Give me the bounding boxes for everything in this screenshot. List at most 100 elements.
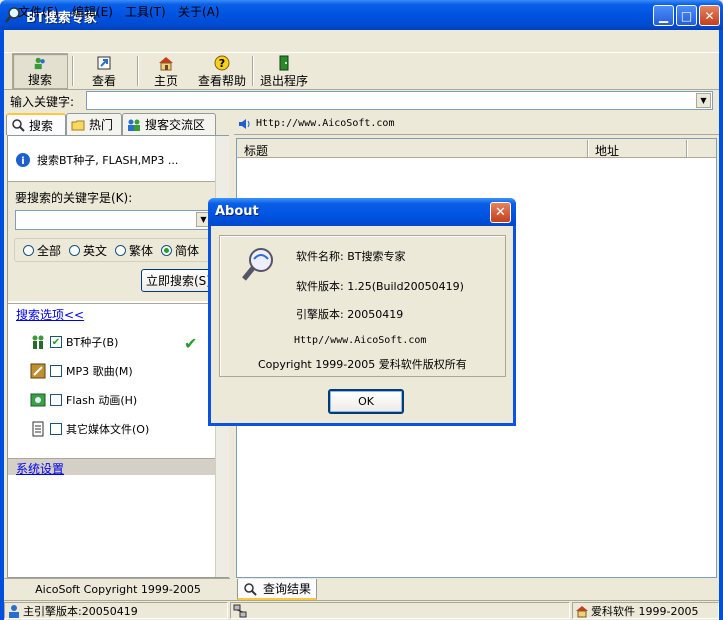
status-engine-panel: 主引擎版本:20050419 [4,602,228,619]
option-bt-label: BT种子(B) [66,336,119,349]
toolbar-exit-button[interactable]: 退出程序 [256,53,312,89]
system-settings-area [8,475,215,575]
magnifier-logo-icon [242,248,273,281]
maximize-icon: □ [680,8,693,23]
home-icon [159,57,173,71]
about-software-name: 软件名称: BT搜索专家 [296,250,406,263]
option-other-media-checkbox[interactable] [50,423,62,435]
menu-about[interactable]: 关于(A) [178,3,220,20]
search-options-link[interactable]: 搜索选项<< [16,306,84,323]
tab-hot-label: 热门 [89,118,114,132]
bt-people-icon [32,335,44,349]
option-flash-checkbox[interactable] [50,394,62,406]
status-brand-panel: 爱科软件 1999-2005 [572,602,719,619]
toolbar-home-button[interactable]: 主页 [144,53,188,89]
toolbar-view-label: 查看 [91,74,116,88]
toolbar-separator [72,56,74,86]
radio-all-label: 全部 [37,243,62,258]
status-engine-text: 主引擎版本:20050419 [23,604,138,618]
radio-english[interactable]: 英文 [69,242,107,259]
close-icon: ✕ [704,8,715,23]
view-icon [97,56,111,70]
column-title[interactable]: 标题 [244,142,268,159]
keyword-combobox[interactable]: ▼ [86,91,713,110]
option-bt-checkbox[interactable]: ✔ [50,336,62,348]
option-mp3-checkbox[interactable] [50,365,62,377]
radio-traditional-label: 繁体 [129,243,154,258]
folder-icon [71,120,85,130]
info-icon: i [16,153,30,167]
tab-results-label: 查询结果 [263,582,312,596]
left-footer: AicoSoft Copyright 1999-2005 [4,578,232,600]
minimize-button[interactable]: ▁ [653,5,674,26]
radio-all[interactable]: 全部 [23,242,61,259]
radio-english-label: 英文 [83,243,108,258]
option-other-media-label: 其它媒体文件(O) [66,423,150,436]
radio-all-dot [23,244,34,256]
svg-text:?: ? [219,57,225,70]
search-keyword-combobox[interactable]: ▼ [15,210,213,230]
toolbar-help-button[interactable]: ? 查看帮助 [194,53,250,89]
option-flash-label: Flash 动画(H) [66,394,138,407]
window-frame-right [719,30,723,620]
document-icon [32,421,44,437]
tab-community[interactable]: 搜客交流区 [122,113,216,135]
about-close-button[interactable]: ✕ [490,202,511,223]
toolbar-search-label: 搜索 [27,73,52,87]
search-now-button[interactable]: 立即搜索(S) [141,269,215,292]
tab-search[interactable]: 搜索 [6,113,66,135]
tab-hot[interactable]: 热门 [66,113,122,135]
about-ok-button[interactable]: OK [328,389,404,414]
about-engine-version: 引擎版本: 20050419 [296,308,404,321]
chevron-down-icon: ▼ [200,215,207,224]
left-tab-strip: 搜索 热门 搜客交流区 [4,113,230,135]
speaker-icon [239,119,250,129]
search-keyword-label: 要搜索的关键字是(K): [15,191,133,205]
checkmark-icon: ✔ [184,334,198,353]
minimize-icon: ▁ [658,8,669,23]
menu-tools[interactable]: 工具(T) [125,3,166,20]
keyword-dropdown-button[interactable]: ▼ [696,93,711,108]
toolbar-search-button[interactable]: 搜索 [12,53,68,89]
about-dialog-title: About [215,204,259,219]
menu-edit[interactable]: 编辑(E) [72,3,113,20]
column-divider[interactable] [587,140,589,157]
tab-search-label: 搜索 [29,118,54,133]
results-column-header [237,139,716,158]
about-url: Http//www.AicoSoft.com [294,335,427,346]
search-icon [12,119,25,132]
help-icon: ? [214,55,230,71]
column-divider[interactable] [686,140,688,157]
option-mp3-label: MP3 歌曲(M) [66,365,133,378]
image-icon [30,393,46,407]
info-line: i 搜索BT种子, FLASH,MP3 ... [15,152,178,168]
toolbar-exit-label: 退出程序 [259,74,308,88]
option-flash: Flash 动画(H) [30,392,137,408]
radio-simplified[interactable]: 简体 [161,242,199,259]
search-people-icon [34,57,45,70]
search-icon [244,582,257,596]
exit-door-icon [279,55,289,71]
home-icon [576,605,588,617]
tab-community-label: 搜客交流区 [145,118,206,132]
network-icon [233,604,247,617]
chevron-down-icon: ▼ [700,96,707,105]
maximize-button[interactable]: □ [676,5,697,26]
radio-simplified-dot [161,244,173,256]
keyword-label: 输入关键字: [10,95,75,109]
option-bt: ✔ BT种子(B) [30,334,118,350]
menu-file[interactable]: 文件(F) [18,3,58,20]
site-url[interactable]: Http://www.AicoSoft.com [256,118,394,129]
radio-traditional[interactable]: 繁体 [115,242,153,259]
radio-traditional-dot [115,244,127,256]
column-address[interactable]: 地址 [595,142,619,159]
option-mp3: MP3 歌曲(M) [30,363,133,379]
about-copyright: Copyright 1999-2005 爱科软件版权所有 [258,358,467,371]
toolbar-separator [137,56,139,86]
toolbar-view-button[interactable]: 查看 [78,53,130,89]
status-middle-panel [230,602,570,619]
tab-results[interactable]: 查询结果 [237,579,317,600]
close-button[interactable]: ✕ [699,5,720,26]
close-icon: ✕ [495,205,506,220]
users-icon [128,119,140,131]
